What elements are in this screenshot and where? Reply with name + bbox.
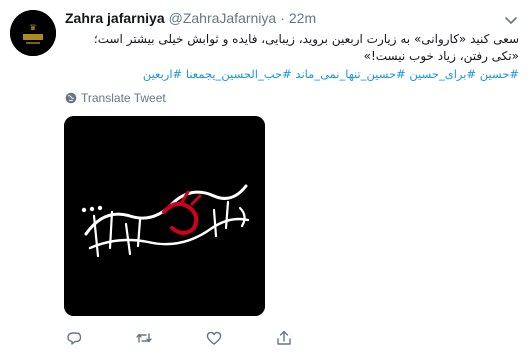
retweet-button[interactable] — [135, 329, 153, 347]
tweet-timestamp[interactable]: 22m — [289, 10, 316, 26]
hashtag-link[interactable]: #حسین_تنها_نمی_ماند — [295, 67, 405, 81]
translate-tweet-button[interactable]: Translate Tweet — [65, 91, 166, 105]
author-name[interactable]: Zahra jafarniya — [65, 10, 165, 26]
share-icon — [277, 330, 291, 345]
like-button[interactable] — [205, 329, 223, 347]
translate-label: Translate Tweet — [81, 91, 166, 105]
avatar[interactable]: ♛ — [10, 10, 56, 56]
chevron-down-icon[interactable] — [503, 12, 519, 28]
avatar-image: ♛ — [10, 10, 56, 56]
heart-icon — [206, 331, 222, 345]
hashtag-link[interactable]: #برای_حسین — [409, 67, 476, 81]
globe-icon — [65, 92, 77, 104]
share-button[interactable] — [275, 329, 293, 347]
retweet-icon — [136, 333, 152, 343]
hashtag-link[interactable]: #اربعین — [143, 67, 182, 81]
svg-text:♛: ♛ — [29, 23, 36, 32]
tweet-header: Zahra jafarniya @ZahraJafarniya · 22m — [65, 10, 316, 30]
author-handle[interactable]: @ZahraJafarniya — [169, 10, 277, 26]
tweet-actions — [65, 328, 345, 348]
reply-icon — [67, 332, 82, 345]
tweet-image[interactable] — [64, 116, 265, 316]
reply-button[interactable] — [65, 329, 83, 347]
hashtag-link[interactable]: #حسین — [480, 67, 519, 81]
tweet-hashtags: #حسین #برای_حسین #حسین_تنها_نمی_ماند #حب… — [65, 66, 519, 82]
hashtag-link[interactable]: #حب_الحسین_یجمعنا — [186, 67, 292, 81]
tweet-text: سعی کنید «کاروانی» به زیارت اربعین بروید… — [93, 32, 519, 63]
header-separator: · — [280, 10, 285, 26]
tweet-card[interactable]: ♛ Zahra jafarniya @ZahraJafarniya · 22m … — [0, 0, 529, 356]
